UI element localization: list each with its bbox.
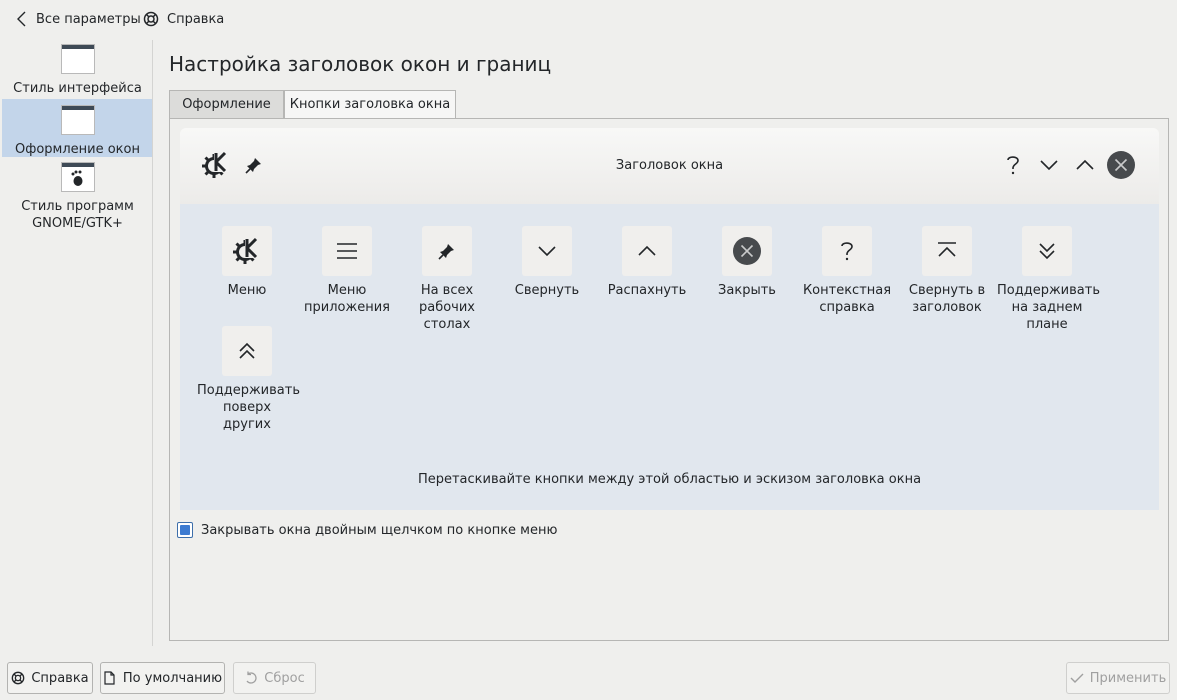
chevron-up-icon (1075, 158, 1095, 172)
pin-icon (437, 241, 457, 261)
undo-icon (244, 671, 258, 685)
button-label: Контекстная справка (802, 283, 892, 315)
sidebar-item-label: Стиль интерфейса (13, 81, 142, 96)
button-label: Свернуть (514, 283, 580, 298)
available-button-app-menu[interactable]: Меню приложения (297, 226, 397, 316)
defaults-button-label: По умолчанию (122, 670, 223, 686)
back-button[interactable]: Все параметры (16, 10, 141, 28)
preview-pin-button[interactable] (239, 150, 269, 180)
close-on-double-click-option[interactable]: Закрывать окна двойным щелчком по кнопке… (177, 522, 557, 538)
button-label: Распахнуть (607, 283, 687, 298)
page-title: Настройка заголовок окон и границ (169, 52, 552, 76)
reset-button-label: Сброс (264, 670, 305, 686)
help-button-label: Справка (31, 670, 89, 686)
available-button-keep-below[interactable]: Поддерживать на заднем плане (997, 226, 1100, 333)
reset-button[interactable]: Сброс (233, 662, 316, 694)
button-label: Меню приложения (304, 283, 390, 315)
defaults-button[interactable]: По умолчанию (100, 662, 225, 694)
sidebar-item-gtk-style[interactable]: Стиль программ GNOME/GTK+ (2, 162, 153, 232)
sidebar: Стиль интерфейса Оформление окон Стиль п… (0, 38, 153, 646)
preview-menu-button[interactable] (201, 150, 231, 180)
preview-close-button[interactable] (1106, 150, 1136, 180)
help-button[interactable]: Справка (7, 662, 93, 694)
question-icon (1003, 153, 1023, 177)
chevron-down-icon (537, 244, 557, 258)
document-revert-icon (103, 671, 117, 685)
pin-icon (244, 155, 264, 175)
window-decorations-thumbnail (60, 105, 95, 135)
available-button-close[interactable]: Закрыть (697, 226, 797, 299)
checkbox-checked-mark (180, 525, 190, 535)
help-link[interactable]: Справка (143, 10, 224, 28)
widget-style-thumbnail (60, 44, 95, 74)
sidebar-divider (152, 40, 153, 646)
hamburger-menu-icon (336, 242, 358, 260)
preview-help-button[interactable] (998, 150, 1028, 180)
preview-maximize-button[interactable] (1070, 150, 1100, 180)
shade-icon (936, 241, 958, 261)
sidebar-item-label: Оформление окон (14, 142, 140, 157)
button-label: Закрыть (718, 283, 776, 298)
available-button-maximize[interactable]: Распахнуть (597, 226, 697, 299)
available-button-menu[interactable]: Меню (197, 226, 297, 299)
tab-decoration[interactable]: Оформление (169, 90, 284, 118)
close-circle-icon (1106, 150, 1136, 180)
button-label: Поддерживать на заднем плане (997, 283, 1100, 332)
sidebar-item-label: Стиль программ GNOME/GTK+ (21, 199, 134, 231)
gnome-foot-icon (60, 162, 95, 192)
available-button-shade[interactable]: Свернуть в заголовок (897, 226, 997, 316)
lifebuoy-icon (143, 11, 159, 27)
double-chevron-down-icon (1037, 241, 1057, 261)
apply-button-label: Применить (1089, 670, 1167, 686)
tab-titlebar-buttons[interactable]: Кнопки заголовка окна (284, 90, 456, 118)
button-label: На всех рабочих столах (418, 283, 475, 332)
drag-hint: Перетаскивайте кнопки между этой область… (417, 472, 922, 487)
apply-button[interactable]: Применить (1066, 662, 1170, 694)
double-chevron-up-icon (237, 341, 257, 361)
chevron-down-icon (1039, 158, 1059, 172)
button-label: Меню (227, 283, 267, 298)
available-button-all-desktops[interactable]: На всех рабочих столах (397, 226, 497, 333)
sidebar-item-widget-style[interactable]: Стиль интерфейса (2, 44, 153, 100)
button-label: Свернуть в заголовок (908, 283, 986, 315)
available-button-context-help[interactable]: Контекстная справка (797, 226, 897, 316)
close-circle-icon (732, 236, 762, 266)
help-label: Справка (167, 11, 225, 27)
checkmark-icon (1070, 672, 1084, 684)
button-label: Поддерживать поверх других (197, 383, 300, 432)
tab-label: Кнопки заголовка окна (289, 97, 451, 112)
back-label: Все параметры (36, 11, 141, 27)
checkbox-label: Закрывать окна двойным щелчком по кнопке… (201, 522, 558, 538)
chevron-left-icon (16, 11, 28, 27)
kde-logo-icon (232, 236, 262, 266)
kde-logo-icon (201, 150, 231, 180)
preview-minimize-button[interactable] (1034, 150, 1064, 180)
close-on-double-click-checkbox[interactable] (177, 522, 193, 538)
chevron-up-icon (637, 244, 657, 258)
lifebuoy-icon (11, 671, 25, 685)
sidebar-item-window-decorations[interactable]: Оформление окон (2, 99, 153, 157)
question-icon (837, 239, 857, 263)
tab-label: Оформление (182, 97, 271, 112)
available-button-keep-above[interactable]: Поддерживать поверх других (197, 326, 300, 433)
available-button-minimize[interactable]: Свернуть (497, 226, 597, 299)
